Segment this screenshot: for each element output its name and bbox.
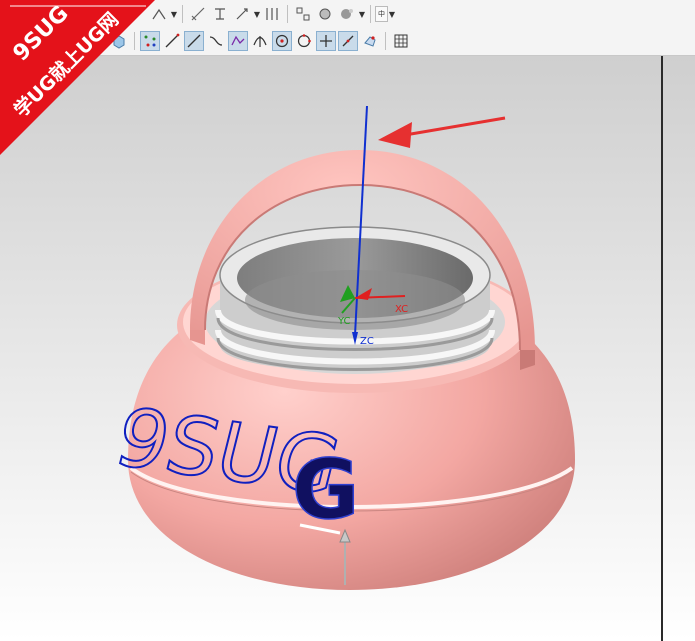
cross-tool-icon[interactable] bbox=[316, 31, 336, 51]
yc-label: YC bbox=[337, 316, 351, 327]
chevron-down-icon[interactable]: ▼ bbox=[358, 4, 366, 24]
language-selector[interactable]: 中 bbox=[375, 6, 388, 22]
edit-tool-icon[interactable] bbox=[232, 4, 252, 24]
toolbar-separator bbox=[134, 32, 135, 50]
model-canvas: 9SUG G XC YC ZC bbox=[0, 56, 695, 641]
xc-label: XC bbox=[395, 304, 408, 315]
grid-tool-icon[interactable] bbox=[262, 4, 282, 24]
quadrant-tool-icon[interactable] bbox=[294, 31, 314, 51]
curve-tool-icon[interactable] bbox=[206, 31, 226, 51]
toolbar: ▼ ▼ ▼ 中 ▼ bbox=[0, 0, 695, 56]
chevron-down-icon[interactable]: ▼ bbox=[253, 4, 261, 24]
grid2-tool-icon[interactable] bbox=[391, 31, 411, 51]
toolbar-separator bbox=[287, 5, 288, 23]
graphics-viewport[interactable]: 9SUG G XC YC ZC bbox=[0, 56, 695, 641]
zc-label: ZC bbox=[360, 336, 374, 347]
toolbar-separator bbox=[385, 32, 386, 50]
chevron-down-icon[interactable]: ▼ bbox=[170, 4, 178, 24]
snap-tool-icon[interactable] bbox=[293, 4, 313, 24]
toolbar-row-2 bbox=[0, 28, 695, 54]
embossed-letter: G bbox=[292, 443, 359, 538]
point-tool-icon[interactable] bbox=[140, 31, 160, 51]
circle-center-tool-icon[interactable] bbox=[272, 31, 292, 51]
toolbar-separator bbox=[370, 5, 371, 23]
toolbar-separator bbox=[182, 5, 183, 23]
intersect-tool-icon[interactable] bbox=[250, 31, 270, 51]
spline-tool-icon[interactable] bbox=[228, 31, 248, 51]
arc-tool-icon[interactable] bbox=[338, 31, 358, 51]
line-tool-icon[interactable] bbox=[162, 31, 182, 51]
view-tool-icon[interactable] bbox=[315, 4, 335, 24]
viewport-border-right bbox=[661, 56, 663, 641]
sketch-tool-icon[interactable] bbox=[149, 4, 169, 24]
palette-tool-icon[interactable] bbox=[337, 4, 357, 24]
constraint-tool-icon[interactable] bbox=[210, 4, 230, 24]
chevron-down-icon[interactable]: ▼ bbox=[388, 4, 396, 24]
block-tool-icon[interactable] bbox=[109, 31, 129, 51]
toolbar-row-1: ▼ ▼ ▼ 中 ▼ bbox=[0, 1, 695, 27]
line-between-tool-icon[interactable] bbox=[184, 31, 204, 51]
dimension-tool-icon[interactable] bbox=[188, 4, 208, 24]
view-triad-tool-icon[interactable] bbox=[360, 31, 380, 51]
